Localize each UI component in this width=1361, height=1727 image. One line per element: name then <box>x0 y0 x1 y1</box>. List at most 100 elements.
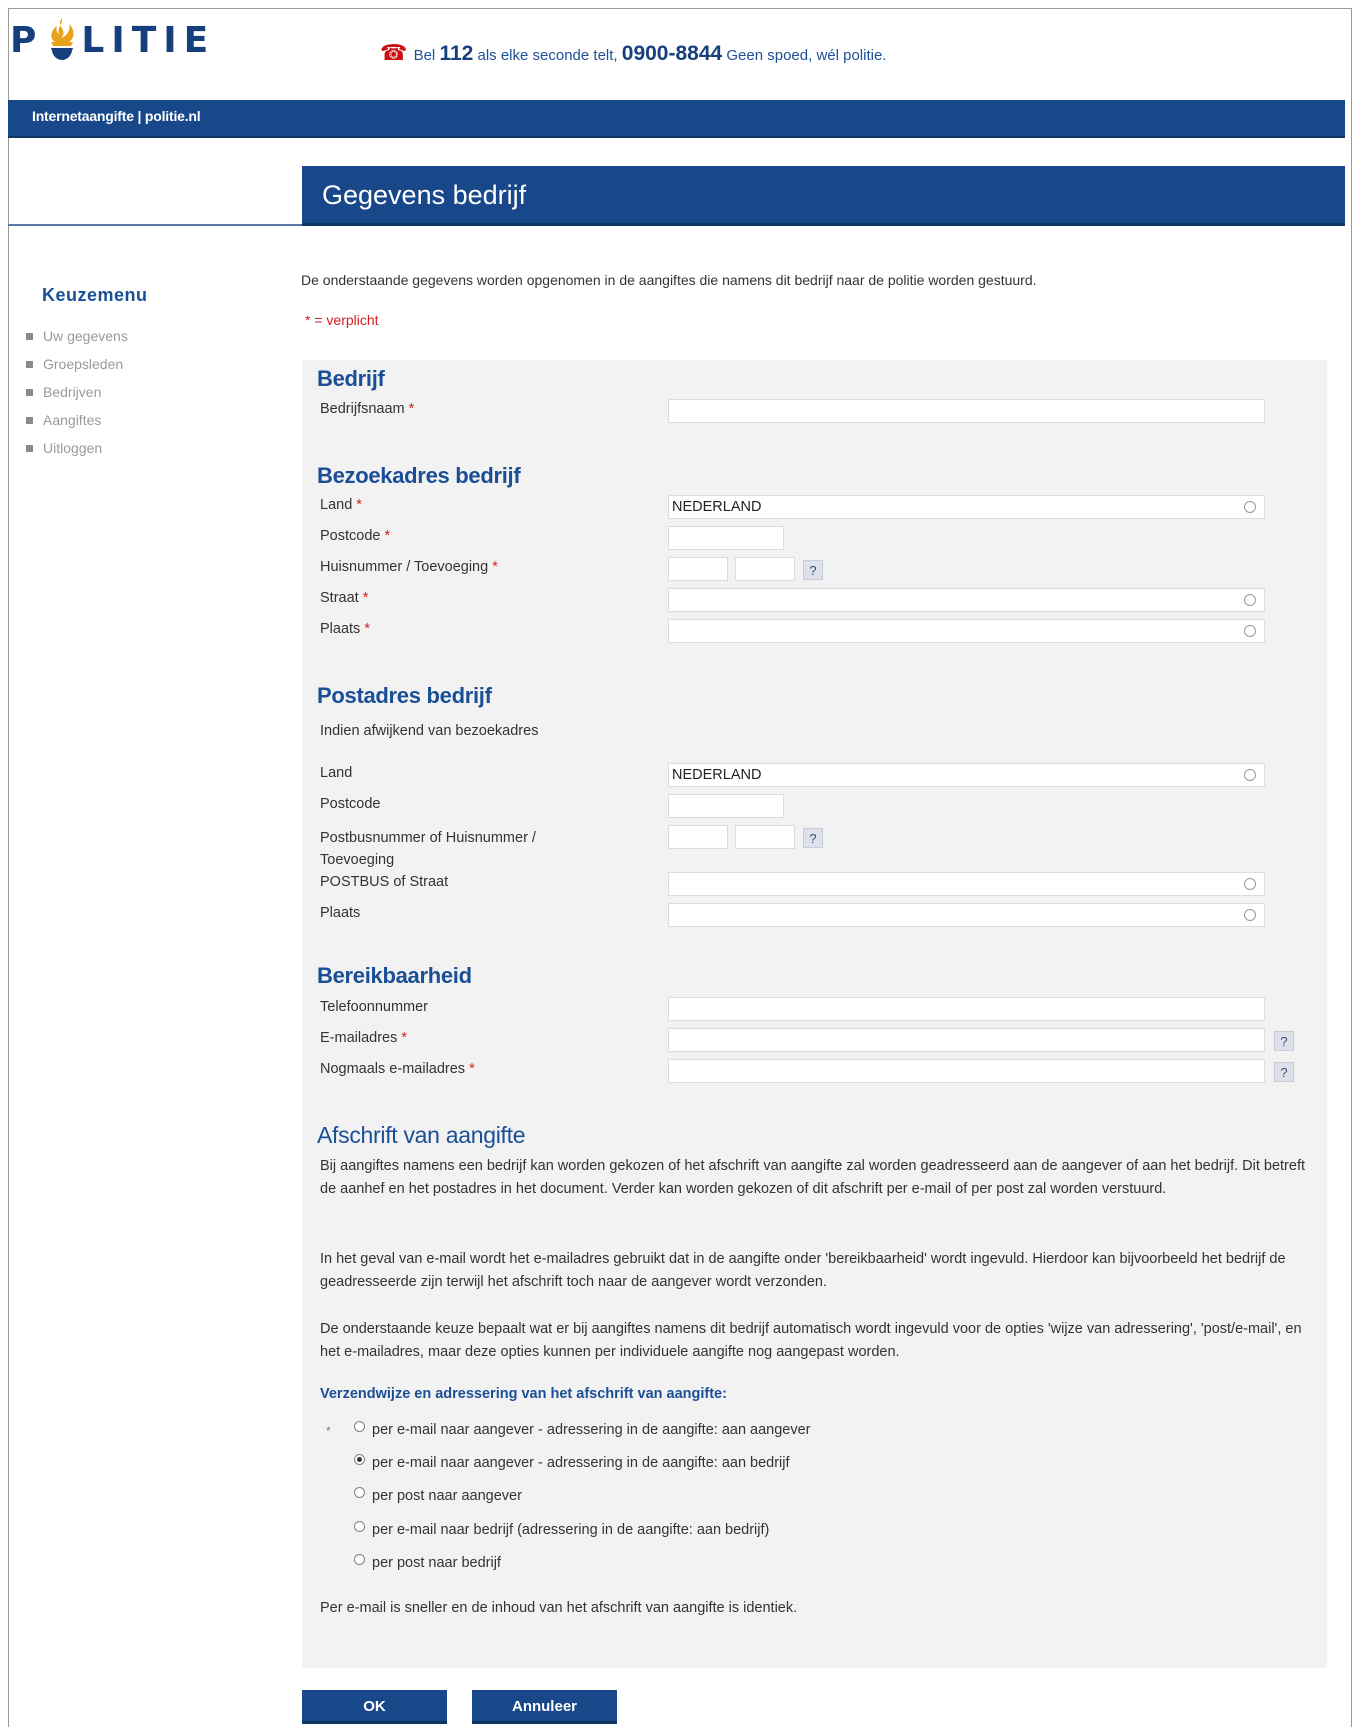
radio-option-email-aangever-bedrijf[interactable]: per e-mail naar aangever - adressering i… <box>354 1453 790 1471</box>
sidebar-item-label: Groepsleden <box>43 356 124 372</box>
sidebar-item-uw-gegevens[interactable]: Uw gegevens <box>26 322 128 350</box>
label-postbus-straat: POSTBUS of Straat <box>320 874 449 890</box>
logo-text-right: LITIE <box>81 19 216 61</box>
bullet-icon <box>26 332 33 340</box>
page-title: Gegevens bedrijf <box>322 180 527 210</box>
post-land-select[interactable]: NEDERLAND <box>668 763 1265 787</box>
land-select[interactable]: NEDERLAND <box>668 495 1265 519</box>
postadres-note: Indien afwijkend van bezoekadres <box>320 723 539 739</box>
radio-button[interactable] <box>354 1486 365 1498</box>
sidebar-item-groepsleden[interactable]: Groepsleden <box>26 350 128 378</box>
intro-text: De onderstaande gegevens worden opgenome… <box>301 272 1037 288</box>
label-land: Land * <box>320 497 362 513</box>
label-plaats: Plaats * <box>320 621 370 637</box>
radio-button[interactable] <box>354 1520 365 1532</box>
dropdown-circle-icon <box>1244 594 1256 606</box>
flame-icon <box>51 18 74 60</box>
postbus-straat-select[interactable] <box>668 872 1265 896</box>
radio-option-post-bedrijf[interactable]: per post naar bedrijf <box>354 1553 501 1571</box>
service-number: 0900-8844 <box>621 42 723 65</box>
afschrift-paragraph-2: In het geval van e-mail wordt het e-mail… <box>320 1251 1286 1290</box>
label-telefoon: Telefoonnummer <box>320 999 428 1015</box>
help-icon[interactable]: ? <box>1274 1031 1294 1051</box>
tagline-mid: als elke seconde telt, <box>477 47 618 64</box>
label-post-plaats: Plaats <box>320 905 361 921</box>
plaats-select[interactable] <box>668 619 1265 643</box>
toevoeging-input[interactable] <box>735 557 795 581</box>
postbusnummer-input[interactable] <box>668 825 728 849</box>
topbar-link[interactable]: Internetaangifte | politie.nl <box>32 108 201 124</box>
dropdown-circle-icon <box>1244 909 1256 921</box>
sidebar-item-aangiftes[interactable]: Aangiftes <box>26 406 128 434</box>
telefoon-input[interactable] <box>668 997 1265 1021</box>
sidebar-item-bedrijven[interactable]: Bedrijven <box>26 378 128 406</box>
afschrift-paragraph-1: Bij aangiftes namens een bedrijf kan wor… <box>320 1158 1306 1197</box>
radio-button-selected[interactable] <box>354 1453 365 1465</box>
section-heading-postadres: Postadres bedrijf <box>317 683 492 708</box>
huisnummer-input[interactable] <box>668 557 728 581</box>
tagline-suffix: Geen spoed, wél politie. <box>726 47 887 64</box>
help-icon[interactable]: ? <box>803 560 823 580</box>
politie-logo[interactable]: P LITIE <box>10 12 215 68</box>
required-note: * = verplicht <box>305 312 379 328</box>
dropdown-circle-icon <box>1244 625 1256 637</box>
bullet-icon <box>26 416 33 424</box>
radio-required-marker: * <box>326 1424 331 1438</box>
sidebar-item-label: Uitloggen <box>43 440 103 456</box>
label-email-repeat: Nogmaals e-mailadres * <box>320 1061 475 1077</box>
label-postbusnummer: Postbusnummer of Huisnummer / Toevoeging <box>320 830 536 868</box>
emergency-number: 112 <box>439 42 474 65</box>
help-icon[interactable]: ? <box>803 828 823 848</box>
radio-button[interactable] <box>354 1420 365 1432</box>
label-post-postcode: Postcode <box>320 796 381 812</box>
sidebar-item-label: Bedrijven <box>43 384 102 400</box>
postcode-input[interactable] <box>668 526 784 550</box>
tagline-prefix: Bel <box>413 47 436 64</box>
label-postcode: Postcode * <box>320 528 391 544</box>
label-bedrijfsnaam: Bedrijfsnaam * <box>320 401 415 417</box>
sidebar-item-uitloggen[interactable]: Uitloggen <box>26 434 128 462</box>
bedrijfsnaam-input[interactable] <box>668 399 1265 423</box>
radio-option-email-aangever-aangever[interactable]: per e-mail naar aangever - adressering i… <box>354 1420 811 1438</box>
label-huisnummer: Huisnummer / Toevoeging * <box>320 559 498 575</box>
dropdown-circle-icon <box>1244 769 1256 781</box>
sidebar-item-label: Uw gegevens <box>43 328 128 344</box>
radio-option-post-aangever[interactable]: per post naar aangever <box>354 1486 522 1504</box>
logo-text-left: P <box>10 19 44 61</box>
afschrift-footer-note: Per e-mail is sneller en de inhoud van h… <box>320 1600 798 1616</box>
company-form: Bedrijf Bedrijfsnaam * Bezoekadres bedri… <box>302 360 1327 1668</box>
afschrift-paragraph-3: De onderstaande keuze bepaalt wat er bij… <box>320 1321 1302 1360</box>
section-heading-bedrijf: Bedrijf <box>317 366 385 391</box>
label-email: E-mailadres * <box>320 1030 408 1046</box>
sidebar-menu: Uw gegevens Groepsleden Bedrijven Aangif… <box>26 322 128 462</box>
bullet-icon <box>26 444 33 452</box>
title-bar: Gegevens bedrijf <box>302 166 1345 226</box>
cancel-button[interactable]: Annuleer <box>472 1690 617 1724</box>
phone-icon: ☎ <box>380 40 408 65</box>
label-post-land: Land <box>320 765 353 781</box>
email-repeat-input[interactable] <box>668 1059 1265 1083</box>
left-divider <box>8 224 302 226</box>
post-postcode-input[interactable] <box>668 794 784 818</box>
section-heading-bereikbaarheid: Bereikbaarheid <box>317 963 472 988</box>
radio-option-email-bedrijf[interactable]: per e-mail naar bedrijf (adressering in … <box>354 1520 769 1538</box>
post-toevoeging-input[interactable] <box>735 825 795 849</box>
bullet-icon <box>26 360 33 368</box>
menu-title: Keuzemenu <box>42 285 148 305</box>
help-icon[interactable]: ? <box>1274 1062 1294 1082</box>
post-plaats-select[interactable] <box>668 903 1265 927</box>
straat-select[interactable] <box>668 588 1265 612</box>
emergency-tagline: ☎ Bel 112 als elke seconde telt, 0900-88… <box>380 40 886 66</box>
radio-button[interactable] <box>354 1553 365 1565</box>
verzendwijze-subheading: Verzendwijze en adressering van het afsc… <box>320 1386 727 1402</box>
dropdown-circle-icon <box>1244 878 1256 890</box>
section-heading-afschrift: Afschrift van aangifte <box>317 1122 526 1148</box>
email-input[interactable] <box>668 1028 1265 1052</box>
sidebar-item-label: Aangiftes <box>43 412 102 428</box>
section-heading-bezoekadres: Bezoekadres bedrijf <box>317 463 521 488</box>
dropdown-circle-icon <box>1244 501 1256 513</box>
bullet-icon <box>26 388 33 396</box>
top-nav-bar: Internetaangifte | politie.nl <box>8 100 1345 138</box>
ok-button[interactable]: OK <box>302 1690 447 1724</box>
label-straat: Straat * <box>320 590 369 606</box>
